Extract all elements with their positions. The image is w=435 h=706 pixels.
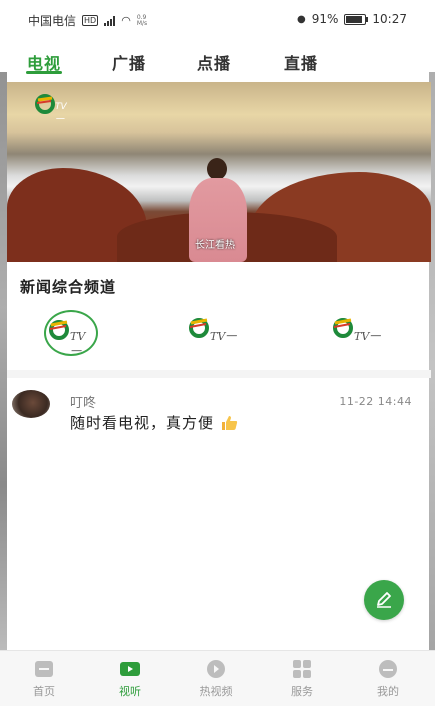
home-icon <box>35 661 53 677</box>
nav-mine[interactable]: 我的 <box>358 659 418 703</box>
comment-timestamp: 11-22 14:44 <box>339 395 412 408</box>
write-comment-button[interactable] <box>364 580 404 620</box>
active-tab-indicator <box>26 71 62 74</box>
avatar[interactable] <box>12 390 50 418</box>
nav-label-service: 服务 <box>291 685 313 698</box>
hd-icon: HD <box>82 15 99 26</box>
signal-icon <box>104 15 116 26</box>
comment-item: 叮咚 11-22 14:44 随时看电视，真方便 <box>12 390 412 440</box>
channel-item-1[interactable]: TV一 <box>44 310 98 358</box>
nav-label-mine: 我的 <box>377 685 399 698</box>
channel-item-3[interactable]: TV一 <box>330 310 394 352</box>
clock: 10:27 <box>372 12 407 26</box>
video-icon <box>120 662 140 676</box>
live-video-banner[interactable]: TV一 长江看热 <box>7 82 431 262</box>
nav-label-audiovisual: 视听 <box>119 685 141 698</box>
nav-label-hot-video: 热视频 <box>199 685 233 698</box>
app-screen: 中国电信 HD ◠ 0.9 M/s ● 91% 10:27 电视 广播 点播 直… <box>0 0 435 706</box>
grid-icon <box>293 660 311 678</box>
tab-on-demand[interactable]: 点播 <box>197 50 231 74</box>
user-icon <box>379 660 397 678</box>
section-divider <box>7 370 431 378</box>
channel-logo-text: TV一 <box>210 330 237 343</box>
channel-title: 新闻综合频道 <box>20 278 117 296</box>
nav-service[interactable]: 服务 <box>272 659 332 703</box>
channel-logo-icon: TV一 <box>35 94 75 125</box>
tab-live[interactable]: 直播 <box>284 50 318 74</box>
comment-text: 随时看电视，真方便 <box>70 414 215 432</box>
status-left: 中国电信 HD ◠ 0.9 M/s <box>28 12 147 29</box>
nav-home[interactable]: 首页 <box>14 659 74 703</box>
carrier-label: 中国电信 <box>28 14 77 28</box>
location-icon: ● <box>297 13 306 25</box>
wifi-icon: ◠ <box>121 14 131 27</box>
channel-logo-text: TV一 <box>354 330 381 343</box>
thumbs-up-icon <box>221 416 237 430</box>
background-edge-left <box>0 72 7 662</box>
comment-username: 叮咚 <box>70 396 97 411</box>
status-right: ● 91% 10:27 <box>297 12 407 26</box>
play-icon <box>207 660 225 678</box>
status-bar: 中国电信 HD ◠ 0.9 M/s ● 91% 10:27 <box>0 0 435 38</box>
comment-text-line: 随时看电视，真方便 <box>70 412 238 433</box>
nav-audiovisual[interactable]: 视听 <box>100 659 160 703</box>
bottom-navigation: 首页 视听 热视频 服务 我的 <box>0 650 435 706</box>
top-tabs: 电视 广播 点播 直播 <box>0 44 435 78</box>
nav-hot-video[interactable]: 热视频 <box>186 659 246 703</box>
speed-unit: M/s <box>136 19 148 27</box>
channel-item-2[interactable]: TV一 <box>186 310 250 352</box>
network-speed: 0.9 M/s <box>136 14 148 27</box>
pencil-icon <box>377 592 391 608</box>
banner-logo-text: TV一 <box>55 102 67 125</box>
battery-icon <box>344 13 369 25</box>
channel-logo-text: TV一 <box>70 330 86 358</box>
nav-label-home: 首页 <box>33 685 55 698</box>
tab-radio[interactable]: 广播 <box>112 50 146 74</box>
banner-caption: 长江看热 <box>195 240 235 251</box>
battery-percent: 91% <box>311 12 339 26</box>
